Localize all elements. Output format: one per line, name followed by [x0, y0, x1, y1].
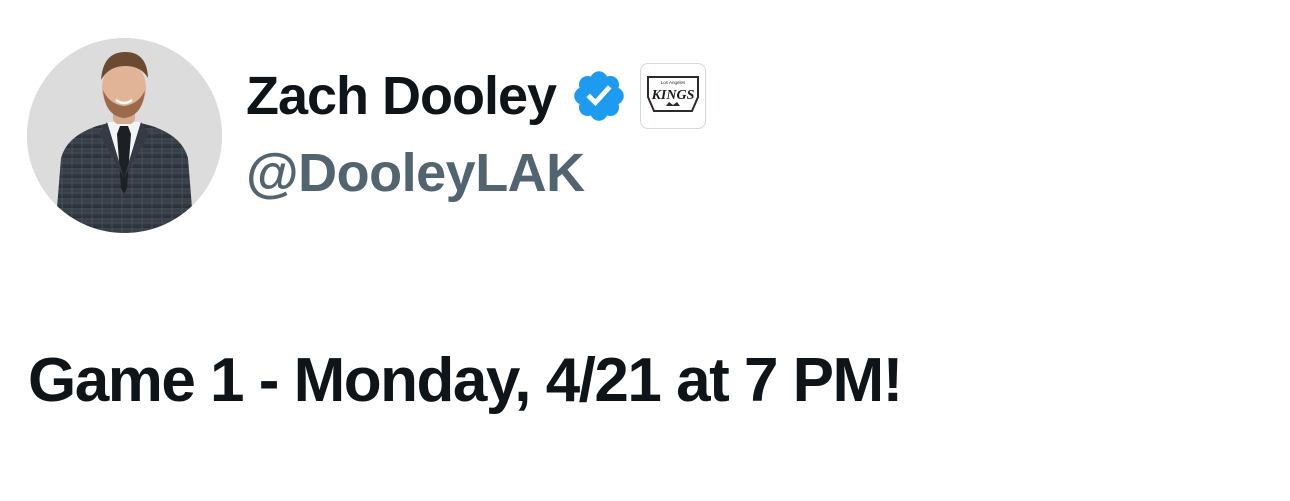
tweet-text: Game 1 - Monday, 4/21 at 7 PM!	[28, 346, 903, 415]
author-display-name[interactable]: Zach Dooley	[246, 65, 557, 127]
author-avatar[interactable]	[27, 38, 222, 233]
author-handle[interactable]: @DooleyLAK	[246, 142, 585, 204]
affiliate-badge-text: KINGS	[651, 88, 695, 103]
affiliate-badge[interactable]: Los Angeles KINGS	[640, 62, 707, 129]
tweet-card: Zach Dooley Los Angeles KINGS @DooleyLAK…	[0, 0, 1290, 501]
avatar-photo-icon	[27, 38, 222, 233]
verified-badge-icon[interactable]	[570, 67, 628, 125]
affiliate-badge-subtext: Los Angeles	[661, 80, 686, 85]
kings-logo-icon: Los Angeles KINGS	[647, 75, 700, 112]
display-name-row: Zach Dooley Los Angeles KINGS	[246, 58, 707, 133]
